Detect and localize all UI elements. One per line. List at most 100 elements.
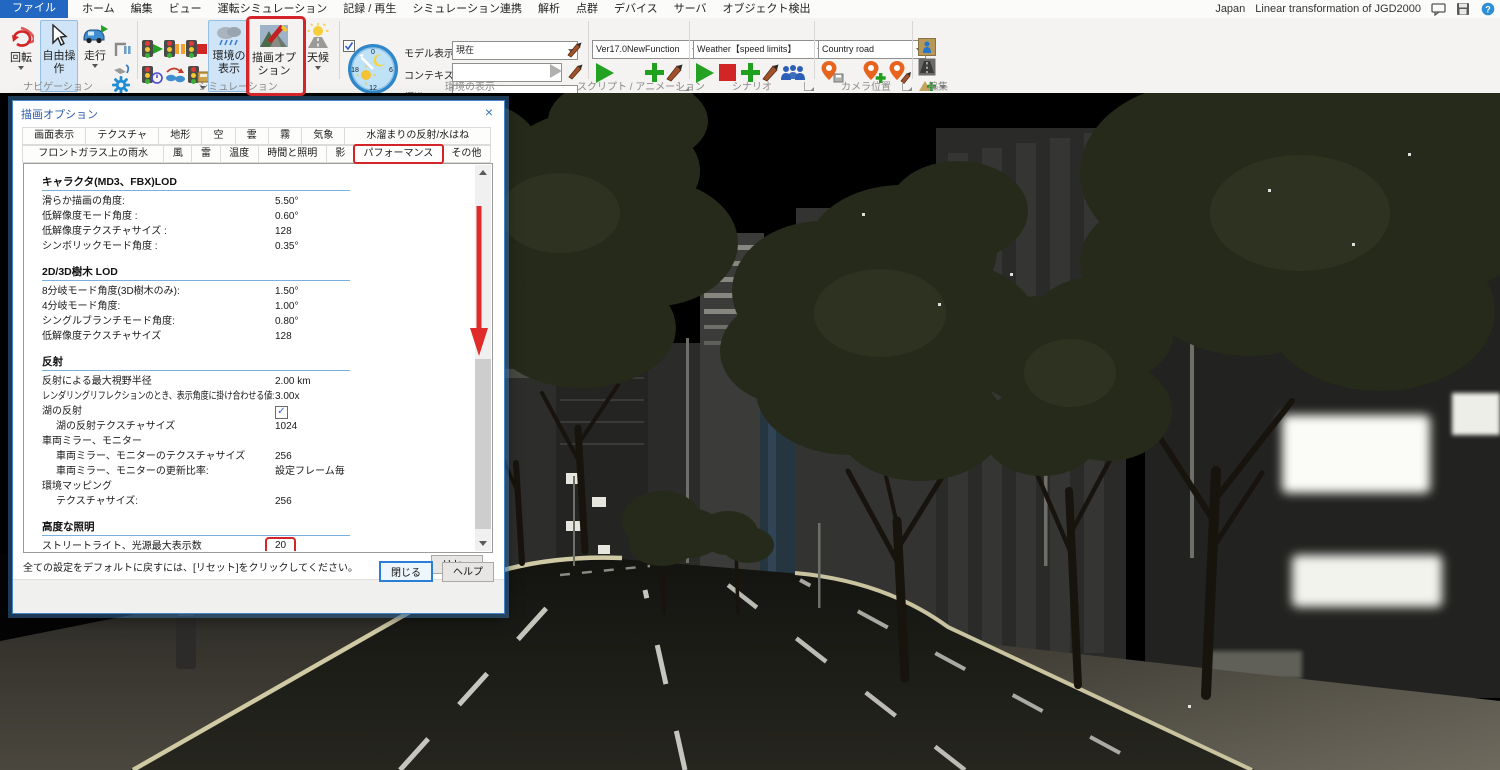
- scenario-actors-icon[interactable]: [780, 64, 806, 87]
- svg-text:6: 6: [389, 67, 393, 74]
- group-label-camera: カメラ位置: [841, 78, 891, 93]
- tab-screen-display[interactable]: 画面表示: [22, 127, 86, 145]
- dialog-footer: [13, 579, 504, 613]
- lit-window-panel: [1282, 415, 1430, 493]
- rotate-caret[interactable]: [18, 66, 24, 70]
- traffic-flow-icon[interactable]: [164, 66, 186, 89]
- drawing-options-icon: [251, 23, 297, 52]
- close-icon[interactable]: ×: [474, 101, 504, 124]
- menu-object-detect[interactable]: オブジェクト検出: [715, 1, 819, 18]
- reset-note: 全ての設定をデフォルトに戻すには、[リセット]をクリックしてください。: [23, 559, 358, 574]
- tab-performance[interactable]: パフォーマンス: [354, 145, 443, 163]
- dialog-title: 描画オプション: [21, 106, 98, 122]
- menu-server[interactable]: サーバ: [666, 1, 715, 18]
- tab-time-lighting[interactable]: 時間と照明: [258, 145, 327, 163]
- car-icon: [79, 23, 111, 50]
- menu-home[interactable]: ホーム: [74, 1, 123, 18]
- scrollbar-down-icon[interactable]: [475, 536, 491, 551]
- setting-row: 8分岐モード角度(3D樹木のみ):1.50°: [42, 284, 475, 299]
- model-display-select[interactable]: 現在: [452, 41, 578, 60]
- help-button[interactable]: ヘルプ: [442, 562, 494, 582]
- group-label-env-display: 環境の表示: [445, 78, 495, 93]
- tab-temperature[interactable]: 温度: [220, 145, 259, 163]
- script-launcher-icon[interactable]: [679, 82, 688, 91]
- sun-road-icon: [301, 23, 335, 52]
- menu-record-replay[interactable]: 記録 / 再生: [335, 1, 404, 18]
- application-window: ファイル ホーム 編集 ビュー 運転シミュレーション 記録 / 再生 シミュレー…: [0, 0, 1500, 770]
- context-play-icon[interactable]: [548, 63, 564, 84]
- scenario-select[interactable]: Weather【speed limits】: [693, 40, 827, 59]
- dialog-content: キャラクタ(MD3、FBX)LOD 滑らか描画の角度:5.50° 低解像度モード…: [23, 163, 493, 553]
- signal-control-icon[interactable]: [112, 40, 132, 60]
- menu-edit[interactable]: 編集: [123, 1, 161, 18]
- camera-launcher-icon[interactable]: [902, 82, 911, 91]
- scenario-launcher-icon[interactable]: [804, 82, 813, 91]
- traffic-timer-icon[interactable]: [142, 66, 153, 88]
- tab-texture[interactable]: テクスチャ: [85, 127, 159, 145]
- tab-sky[interactable]: 空: [201, 127, 235, 145]
- setting-row: テクスチャサイズ:256: [42, 494, 475, 509]
- menu-device[interactable]: デバイス: [606, 1, 666, 18]
- scenario-play-icon[interactable]: [694, 62, 716, 89]
- setting-row: 車両ミラー、モニターのテクスチャサイズ256: [42, 449, 475, 464]
- script-select[interactable]: Ver17.0NewFunction: [592, 40, 702, 59]
- svg-text:12: 12: [369, 85, 377, 92]
- tab-cloud[interactable]: 雲: [235, 127, 269, 145]
- feedback-icon[interactable]: [1431, 2, 1446, 16]
- tab-weather[interactable]: 気象: [301, 127, 345, 145]
- group-label-navigation: ナビゲーション: [23, 78, 93, 93]
- save-icon[interactable]: [1456, 2, 1471, 16]
- model-edit-pencil-icon[interactable]: [565, 40, 583, 63]
- tab-thunder[interactable]: 雷: [191, 145, 220, 163]
- weather-caret[interactable]: [315, 66, 321, 70]
- camera-select[interactable]: Country road: [818, 40, 926, 59]
- svg-text:18: 18: [351, 67, 359, 74]
- setting-row: 4分岐モード角度:1.00°: [42, 299, 475, 314]
- menu-point-cloud[interactable]: 点群: [568, 1, 606, 18]
- help-icon[interactable]: ?: [1481, 2, 1496, 16]
- setting-row: 低解像度テクスチャサイズ128: [42, 329, 475, 344]
- label-model-display: モデル表示: [404, 45, 454, 60]
- weather-button[interactable]: 天候: [300, 20, 336, 92]
- tab-fog[interactable]: 霧: [268, 127, 302, 145]
- menu-driving-sim[interactable]: 運転シミュレーション: [210, 1, 336, 18]
- setting-row: シンボリックモード角度 :0.35°: [42, 239, 475, 254]
- section-header: 反射: [42, 354, 350, 371]
- setting-row: 低解像度テクスチャサイズ :128: [42, 224, 475, 239]
- drawing-options-dialog: 描画オプション × 画面表示 テクスチャ 地形 空 雲 霧 気象 水溜まりの反射…: [12, 100, 505, 614]
- group-label-simulation: シミュレーション: [198, 78, 278, 93]
- scrollbar-thumb[interactable]: [475, 359, 491, 529]
- tab-shadow[interactable]: 影: [326, 145, 355, 163]
- setting-row: 反射による最大視野半径2.00 km: [42, 374, 475, 389]
- traffic-start-icon[interactable]: [142, 40, 153, 62]
- menu-file[interactable]: ファイル: [0, 0, 68, 18]
- rain-cloud-icon: [209, 23, 249, 50]
- lake-reflection-checkbox[interactable]: ✓: [275, 406, 288, 419]
- tab-windshield-rain[interactable]: フロントガラス上の雨水: [22, 145, 164, 163]
- section-reflection: 反射 反射による最大視野半径2.00 km レンダリングリフレクションのとき、表…: [42, 354, 475, 509]
- scrollbar[interactable]: [475, 165, 491, 551]
- scrollbar-up-icon[interactable]: [475, 165, 491, 180]
- rotate-icon: [3, 23, 39, 52]
- drive-caret[interactable]: [92, 64, 98, 68]
- traffic-stop-icon[interactable]: [186, 40, 197, 62]
- section-header: キャラクタ(MD3、FBX)LOD: [42, 174, 350, 191]
- tab-terrain[interactable]: 地形: [158, 127, 202, 145]
- dialog-titlebar[interactable]: 描画オプション ×: [13, 101, 504, 125]
- menu-analysis[interactable]: 解析: [530, 1, 568, 18]
- tab-wind[interactable]: 風: [163, 145, 192, 163]
- menu-sim-link[interactable]: シミュレーション連携: [404, 1, 530, 18]
- setting-row: 滑らか描画の角度:5.50°: [42, 194, 475, 209]
- tab-puddle-reflection[interactable]: 水溜まりの反射/水はね: [344, 127, 491, 145]
- menu-bar: ファイル ホーム 編集 ビュー 運転シミュレーション 記録 / 再生 シミュレー…: [0, 0, 1500, 19]
- setting-row: 低解像度モード角度 :0.60°: [42, 209, 475, 224]
- tab-other[interactable]: その他: [442, 145, 491, 163]
- section-header: 2D/3D樹木 LOD: [42, 264, 350, 281]
- setting-row: 車両ミラー、モニター: [42, 434, 475, 449]
- close-button[interactable]: 閉じる: [379, 561, 433, 582]
- streetlight-max-value[interactable]: 20: [265, 537, 296, 551]
- setting-row: 湖の反射✓: [42, 404, 475, 419]
- traffic-pause-icon[interactable]: [164, 40, 175, 62]
- section-character-lod: キャラクタ(MD3、FBX)LOD 滑らか描画の角度:5.50° 低解像度モード…: [42, 174, 475, 254]
- menu-view[interactable]: ビュー: [161, 1, 210, 18]
